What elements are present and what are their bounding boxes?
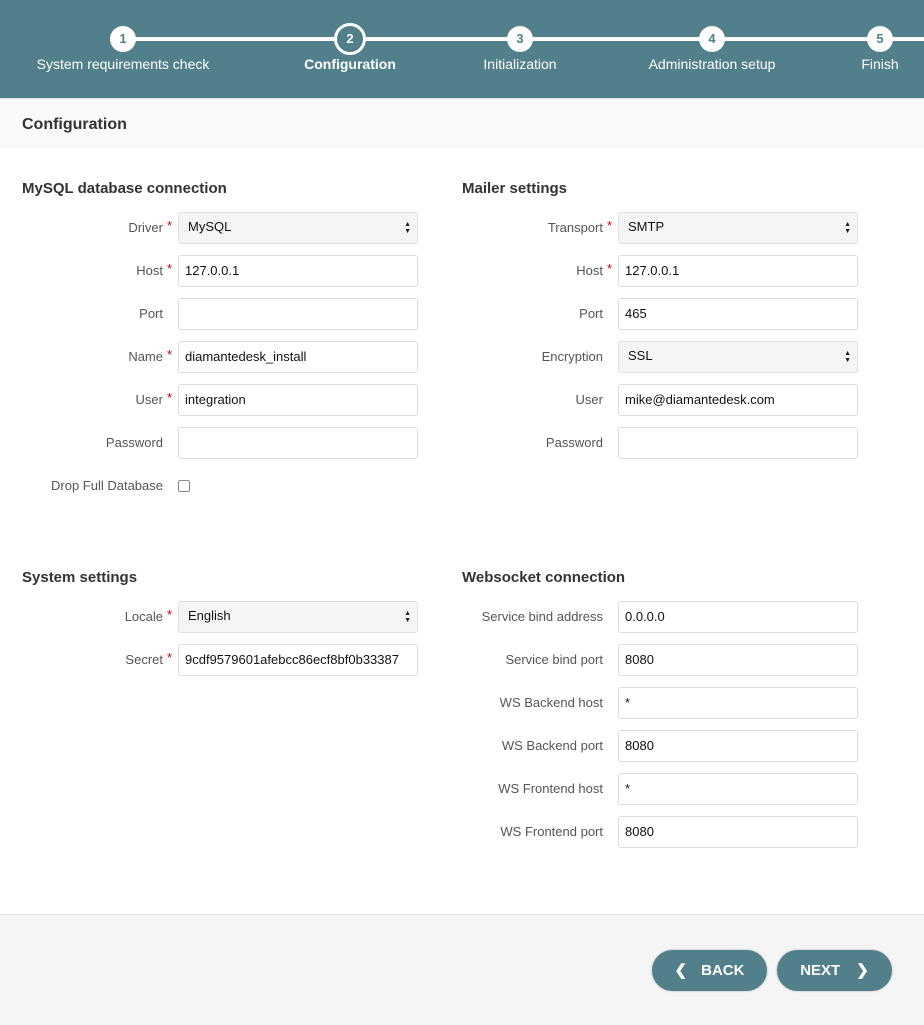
section-title: Mailer settings bbox=[462, 180, 568, 197]
field-label: User bbox=[135, 392, 163, 407]
footer: ❮ BACK NEXT ❯ bbox=[0, 914, 924, 1025]
required-marker: * bbox=[607, 218, 613, 233]
field-label: Driver bbox=[128, 220, 163, 235]
service-bind-address-input[interactable]: 0.0.0.0 bbox=[618, 601, 858, 633]
field-label: Encryption bbox=[541, 349, 603, 364]
field-ws-frontend-port: WS Frontend port 8080 bbox=[462, 816, 902, 848]
field-label: WS Backend port bbox=[501, 738, 603, 753]
next-button[interactable]: NEXT ❯ bbox=[777, 950, 892, 991]
select-arrows-icon: ▲ ▼ bbox=[844, 221, 851, 235]
step-number: 5 bbox=[867, 26, 893, 52]
field-label: Service bind port bbox=[505, 652, 603, 667]
step-label: System requirements check bbox=[36, 56, 210, 72]
name-input[interactable]: diamantedesk_install bbox=[178, 341, 418, 373]
section-title: Websocket connection bbox=[462, 569, 626, 586]
field-password: Password bbox=[462, 427, 902, 459]
ws-frontend-host-input[interactable]: * bbox=[618, 773, 858, 805]
field-label: Service bind address bbox=[481, 609, 603, 624]
field-secret: Secret * 9cdf9579601afebcc86ecf8bf0b33387 bbox=[22, 644, 462, 676]
required-marker: * bbox=[167, 347, 173, 362]
step-number: 3 bbox=[507, 26, 533, 52]
password-input[interactable] bbox=[618, 427, 858, 459]
step-number: 4 bbox=[699, 26, 725, 52]
select-arrows-icon: ▲ ▼ bbox=[844, 350, 851, 364]
field-name: Name * diamantedesk_install bbox=[22, 341, 462, 373]
field-label: Host bbox=[136, 263, 163, 278]
ws-backend-port-input[interactable]: 8080 bbox=[618, 730, 858, 762]
secret-input[interactable]: 9cdf9579601afebcc86ecf8bf0b33387 bbox=[178, 644, 418, 676]
required-marker: * bbox=[167, 261, 173, 276]
field-label: Password bbox=[105, 435, 163, 450]
ws-backend-host-input[interactable]: * bbox=[618, 687, 858, 719]
step-number: 2 bbox=[334, 23, 366, 55]
chevron-left-icon: ❮ bbox=[674, 962, 688, 979]
field-ws-frontend-host: WS Frontend host * bbox=[462, 773, 902, 805]
user-input[interactable]: mike@diamantedesk.com bbox=[618, 384, 858, 416]
step-number: 1 bbox=[110, 26, 136, 52]
required-marker: * bbox=[167, 650, 173, 665]
field-locale: Locale * English ▲ ▼ bbox=[22, 601, 462, 633]
field-service-bind-address: Service bind address 0.0.0.0 bbox=[462, 601, 902, 633]
page-header: Configuration bbox=[0, 98, 924, 148]
field-label: Host bbox=[576, 263, 603, 278]
port-input[interactable] bbox=[178, 298, 418, 330]
step-label: Finish bbox=[861, 56, 899, 72]
field-user: User * integration bbox=[22, 384, 462, 416]
field-label: WS Frontend host bbox=[498, 781, 603, 796]
field-label: Password bbox=[545, 435, 603, 450]
back-button[interactable]: ❮ BACK bbox=[652, 950, 767, 991]
field-ws-backend-host: WS Backend host * bbox=[462, 687, 902, 719]
field-label: WS Backend host bbox=[499, 695, 603, 710]
host-input[interactable]: 127.0.0.1 bbox=[618, 255, 858, 287]
required-marker: * bbox=[607, 261, 613, 276]
field-label: Secret bbox=[125, 652, 163, 667]
locale-select[interactable]: English ▲ ▼ bbox=[178, 601, 418, 633]
field-ws-backend-port: WS Backend port 8080 bbox=[462, 730, 902, 762]
section-title: MySQL database connection bbox=[22, 180, 227, 197]
drop-full-database-checkbox[interactable] bbox=[178, 480, 190, 492]
field-driver: Driver * MySQL ▲ ▼ bbox=[22, 212, 462, 244]
field-password: Password bbox=[22, 427, 462, 459]
field-label: Port bbox=[579, 306, 603, 321]
host-input[interactable]: 127.0.0.1 bbox=[178, 255, 418, 287]
wizard-stepper: 1 System requirements check 2 Configurati… bbox=[0, 0, 924, 98]
field-label: Port bbox=[139, 306, 163, 321]
field-label: Transport bbox=[547, 220, 603, 235]
required-marker: * bbox=[167, 218, 173, 233]
field-drop-full-database: Drop Full Database bbox=[22, 470, 462, 502]
section-title: System settings bbox=[22, 569, 138, 586]
encryption-select[interactable]: SSL ▲ ▼ bbox=[618, 341, 858, 373]
chevron-right-icon: ❯ bbox=[856, 962, 869, 979]
field-label: Name bbox=[128, 349, 163, 364]
port-input[interactable]: 465 bbox=[618, 298, 858, 330]
field-service-bind-port: Service bind port 8080 bbox=[462, 644, 902, 676]
service-bind-port-input[interactable]: 8080 bbox=[618, 644, 858, 676]
field-host: Host * 127.0.0.1 bbox=[22, 255, 462, 287]
required-marker: * bbox=[167, 390, 173, 405]
field-encryption: Encryption SSL ▲ ▼ bbox=[462, 341, 902, 373]
ws-frontend-port-input[interactable]: 8080 bbox=[618, 816, 858, 848]
field-host: Host * 127.0.0.1 bbox=[462, 255, 902, 287]
field-port: Port 465 bbox=[462, 298, 902, 330]
transport-select[interactable]: SMTP ▲ ▼ bbox=[618, 212, 858, 244]
user-input[interactable]: integration bbox=[178, 384, 418, 416]
driver-select[interactable]: MySQL ▲ ▼ bbox=[178, 212, 418, 244]
field-user: User mike@diamantedesk.com bbox=[462, 384, 902, 416]
field-label: User bbox=[575, 392, 603, 407]
password-input[interactable] bbox=[178, 427, 418, 459]
field-label: Locale bbox=[124, 609, 163, 624]
field-transport: Transport * SMTP ▲ ▼ bbox=[462, 212, 902, 244]
field-label: WS Frontend port bbox=[500, 824, 603, 839]
field-port: Port bbox=[22, 298, 462, 330]
field-label: Drop Full Database bbox=[51, 478, 163, 493]
page-title: Configuration bbox=[22, 116, 127, 133]
required-marker: * bbox=[167, 607, 173, 622]
